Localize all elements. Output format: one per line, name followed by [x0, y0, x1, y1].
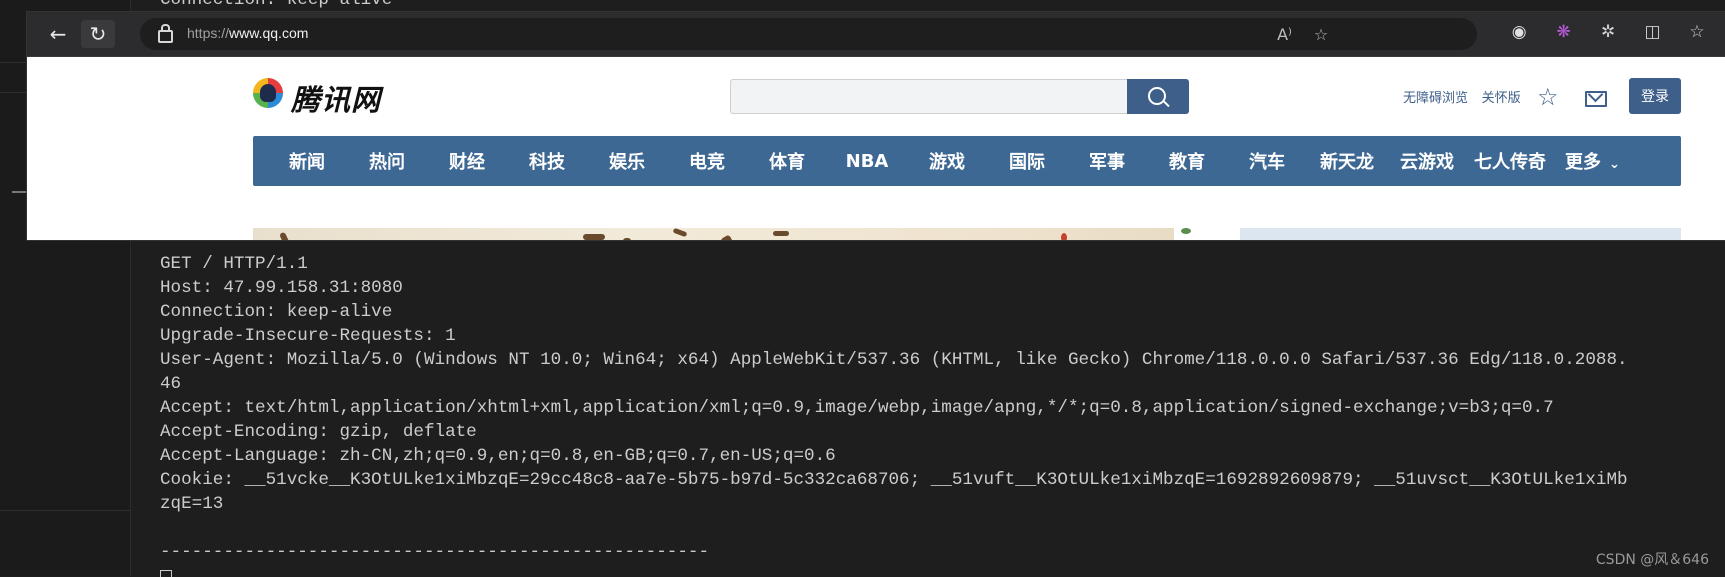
- banner-brushstroke: [279, 231, 293, 240]
- nav-item-finance[interactable]: 财经: [427, 148, 507, 174]
- terminal-line: Upgrade-Insecure-Requests: 1: [160, 326, 456, 346]
- banner-brushstroke: [672, 227, 688, 238]
- channel-nav: 新闻 热问 财经 科技 娱乐 电竞 体育 NBA 游戏 国际 军事 教育 汽车 …: [253, 136, 1681, 186]
- nav-item-games[interactable]: 游戏: [907, 148, 987, 174]
- nav-item-hot-questions[interactable]: 热问: [347, 148, 427, 174]
- terminal-line: Accept-Encoding: gzip, deflate: [160, 422, 477, 442]
- terminal-line: ----------------------------------------…: [160, 542, 710, 562]
- split-screen-icon[interactable]: ◫: [1633, 22, 1673, 42]
- nav-item-military[interactable]: 军事: [1067, 148, 1147, 174]
- favorites-icon[interactable]: ☆: [1677, 22, 1717, 42]
- chevron-down-icon: ⌄: [1609, 157, 1620, 172]
- carousel-indicator: [1548, 233, 1583, 240]
- extensions-puzzle-icon[interactable]: ✲: [1588, 22, 1628, 42]
- terminal-line-partial: Connection: keep-alive: [160, 0, 393, 10]
- lock-icon[interactable]: [158, 24, 173, 43]
- nav-item-esports[interactable]: 电竞: [667, 148, 747, 174]
- nav-item-cloud-gaming[interactable]: 云游戏: [1387, 148, 1467, 174]
- header-links: 无障碍浏览 关怀版: [1403, 87, 1531, 106]
- terminal-line: 46: [160, 374, 182, 394]
- banner-ornament: [1061, 233, 1067, 240]
- nav-item-education[interactable]: 教育: [1147, 148, 1227, 174]
- terminal-lines: ----------------------------------------…: [160, 228, 1628, 564]
- nav-item-international[interactable]: 国际: [987, 148, 1067, 174]
- banner-brushstroke: [720, 234, 736, 240]
- banner-brushstroke: [623, 238, 631, 240]
- sidebar-divider: [0, 510, 130, 511]
- nav-item-sports[interactable]: 体育: [747, 148, 827, 174]
- search-button[interactable]: [1127, 79, 1189, 114]
- back-button[interactable]: ←: [41, 20, 75, 48]
- terminal-line: GET / HTTP/1.1: [160, 254, 308, 274]
- side-banner-image[interactable]: [1240, 228, 1681, 240]
- nav-item-news[interactable]: 新闻: [267, 148, 347, 174]
- terminal-line: User-Agent: Mozilla/5.0 (Windows NT 10.0…: [160, 350, 1628, 370]
- terminal-line: Accept-Language: zh-CN,zh;q=0.9,en;q=0.8…: [160, 446, 836, 466]
- terminal-line: zqE=13: [160, 494, 224, 514]
- url-host: www.qq.com: [229, 25, 309, 41]
- banner-brushstroke: [773, 231, 789, 236]
- site-search: [730, 79, 1189, 114]
- mail-icon[interactable]: [1585, 91, 1607, 107]
- nav-item-nba[interactable]: NBA: [827, 151, 907, 172]
- address-bar[interactable]: https://www.qq.com A⁾ ☆: [140, 18, 1477, 50]
- accessibility-link[interactable]: 无障碍浏览: [1403, 90, 1468, 105]
- tencent-logo-icon: [253, 78, 283, 108]
- terminal-line: Host: 47.99.158.31:8080: [160, 278, 403, 298]
- browser-toolbar: ← ↻ https://www.qq.com A⁾ ☆ ◉ ❋ ✲ ◫ ☆: [27, 12, 1725, 57]
- search-input[interactable]: [730, 79, 1127, 114]
- nav-item-qiren-chuanqi[interactable]: 七人传奇: [1467, 148, 1553, 174]
- banner-ornament: [1181, 228, 1191, 234]
- csdn-watermark: CSDN @风＆646: [1595, 552, 1709, 568]
- url-scheme: https://: [187, 25, 230, 41]
- nav-item-auto[interactable]: 汽车: [1227, 148, 1307, 174]
- favorite-star-icon[interactable]: ☆: [1305, 25, 1337, 44]
- login-button[interactable]: 登录: [1629, 78, 1681, 114]
- nav-more-label: 更多: [1565, 152, 1601, 173]
- terminal-line: Cookie: __51vcke__K3OtULke1xiMbzqE=29cc4…: [160, 470, 1628, 490]
- refresh-button[interactable]: ↻: [81, 20, 115, 48]
- terminal-line: Connection: keep-alive: [160, 302, 393, 322]
- star-icon[interactable]: ☆: [1537, 83, 1559, 111]
- headline-banner-image[interactable]: [253, 227, 1191, 240]
- qq-homepage: 腾讯网 无障碍浏览 关怀版 ☆ 登录 新闻 热问 财经 科技 娱乐 电竞 体育 …: [27, 57, 1725, 240]
- toolbar-icons: ◉ ❋ ✲ ◫ ☆: [1499, 22, 1717, 42]
- banner-brushstroke: [583, 234, 605, 240]
- logo-text: 腾讯网: [291, 83, 382, 117]
- nav-item-entertainment[interactable]: 娱乐: [587, 148, 667, 174]
- address-bar-actions: A⁾ ☆: [1269, 25, 1337, 45]
- nav-item-xintianlong[interactable]: 新天龙: [1307, 148, 1387, 174]
- nav-item-tech[interactable]: 科技: [507, 148, 587, 174]
- sidebar-marker: [12, 191, 26, 193]
- browser-window: ← ↻ https://www.qq.com A⁾ ☆ ◉ ❋ ✲ ◫ ☆ 腾讯…: [27, 12, 1725, 240]
- terminal-line: Accept: text/html,application/xhtml+xml,…: [160, 398, 1554, 418]
- read-aloud-icon[interactable]: A⁾: [1269, 25, 1301, 44]
- nav-more-menu[interactable]: 更多 ⌄: [1565, 148, 1620, 174]
- care-mode-link[interactable]: 关怀版: [1482, 90, 1521, 105]
- search-icon-handle: [1163, 100, 1170, 108]
- extension-icon[interactable]: ◉: [1499, 22, 1539, 42]
- url-text[interactable]: https://www.qq.com: [187, 25, 308, 41]
- copilot-icon[interactable]: ❋: [1544, 22, 1584, 42]
